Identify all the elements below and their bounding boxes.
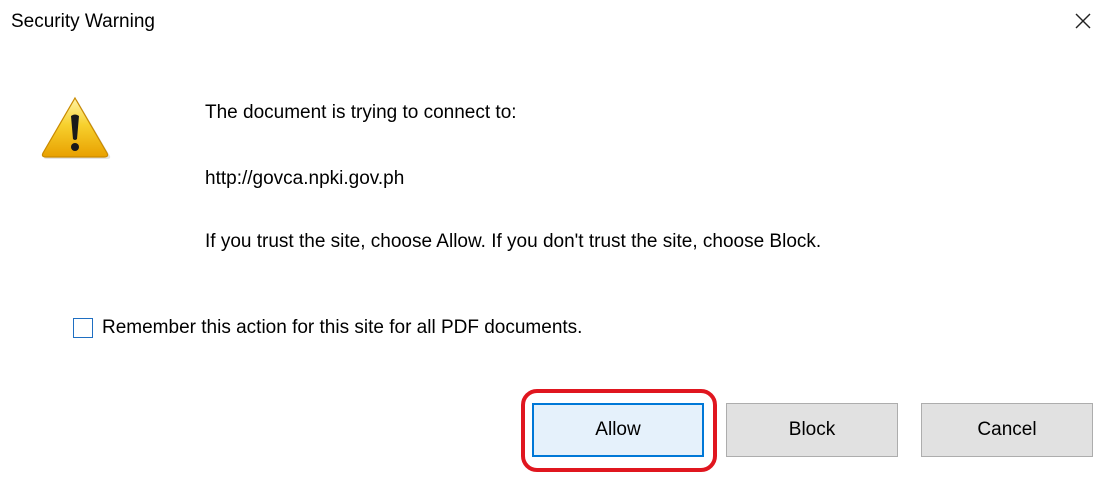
dialog-title: Security Warning xyxy=(11,11,155,32)
block-button[interactable]: Block xyxy=(726,403,898,457)
warning-icon xyxy=(41,96,113,162)
target-url: http://govca.npki.gov.ph xyxy=(205,168,405,189)
allow-button[interactable]: Allow xyxy=(532,403,704,457)
cancel-button[interactable]: Cancel xyxy=(921,403,1093,457)
security-warning-dialog: Security Warning The document is trying … xyxy=(0,0,1103,480)
remember-checkbox[interactable] xyxy=(73,318,93,338)
instruction-text: If you trust the site, choose Allow. If … xyxy=(205,231,822,252)
remember-option[interactable]: Remember this action for this site for a… xyxy=(73,314,582,342)
close-button[interactable] xyxy=(1068,6,1098,36)
remember-label[interactable]: Remember this action for this site for a… xyxy=(102,315,582,341)
message-text: The document is trying to connect to: xyxy=(205,102,517,123)
close-icon xyxy=(1068,6,1098,36)
